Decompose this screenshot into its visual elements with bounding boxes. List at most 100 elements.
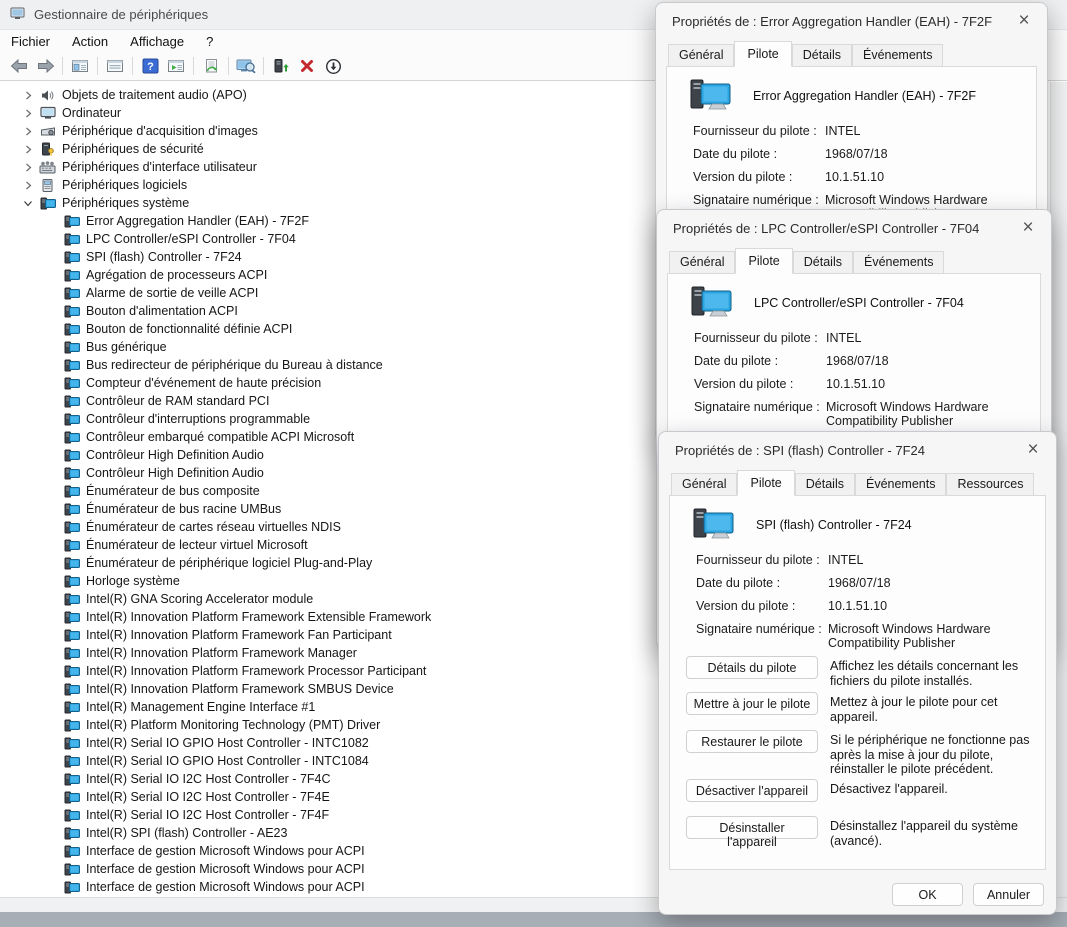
help-button[interactable]: ? bbox=[137, 54, 163, 78]
system-device-icon bbox=[63, 682, 80, 696]
speaker-icon bbox=[39, 88, 56, 103]
tree-item-label: Intel(R) Serial IO GPIO Host Controller … bbox=[86, 736, 369, 750]
action-description: Si le périphérique ne fonctionne pas apr… bbox=[830, 730, 1031, 777]
imaging-device-icon bbox=[39, 125, 56, 138]
system-device-icon bbox=[63, 610, 80, 624]
tab-evenements[interactable]: Événements bbox=[855, 473, 946, 495]
dialog-titlebar: Propriétés de : LPC Controller/eSPI Cont… bbox=[657, 210, 1051, 246]
tab-evenements[interactable]: Événements bbox=[853, 251, 944, 273]
driver-details-button[interactable]: Détails du pilote bbox=[686, 656, 818, 679]
field-row: Version du pilote : 10.1.51.10 bbox=[667, 167, 1036, 190]
tab-ressources[interactable]: Ressources bbox=[946, 473, 1034, 495]
field-label: Date du pilote : bbox=[694, 354, 826, 368]
field-value: 1968/07/18 bbox=[825, 147, 1022, 161]
system-device-icon bbox=[63, 592, 80, 606]
system-device-icon bbox=[63, 772, 80, 786]
tab-details[interactable]: Détails bbox=[792, 44, 852, 66]
security-device-icon bbox=[39, 142, 56, 157]
tab-general[interactable]: Général bbox=[668, 44, 734, 66]
disable-device-button[interactable] bbox=[320, 54, 346, 78]
tree-item-label: LPC Controller/eSPI Controller - 7F04 bbox=[86, 232, 296, 246]
update-driver-button[interactable] bbox=[268, 54, 294, 78]
properties-button[interactable] bbox=[102, 54, 128, 78]
field-label: Signataire numérique : bbox=[694, 400, 826, 428]
tab-pilote[interactable]: Pilote bbox=[737, 470, 794, 496]
device-header: SPI (flash) Controller - 7F24 bbox=[670, 496, 1045, 550]
screen: Gestionnaire de périphériques Fichier Ac… bbox=[0, 0, 1067, 927]
properties-dialog-spi: Propriétés de : SPI (flash) Controller -… bbox=[658, 431, 1057, 915]
tree-item-label: Compteur d'événement de haute précision bbox=[86, 376, 321, 390]
action-description: Affichez les détails concernant les fich… bbox=[830, 656, 1031, 688]
tab-pilote[interactable]: Pilote bbox=[734, 41, 791, 67]
chevron-right-icon[interactable] bbox=[22, 163, 34, 172]
computer-icon bbox=[39, 106, 56, 120]
tree-item-label: Intel(R) Serial IO I2C Host Controller -… bbox=[86, 790, 330, 804]
field-row: Fournisseur du pilote : INTEL bbox=[667, 121, 1036, 144]
toolbar-separator bbox=[228, 57, 229, 75]
tree-item-label: Intel(R) SPI (flash) Controller - AE23 bbox=[86, 826, 287, 840]
field-value: 1968/07/18 bbox=[826, 354, 1026, 368]
tree-item-label: Périphériques système bbox=[62, 196, 189, 210]
system-device-icon bbox=[63, 556, 80, 570]
disable-device-button[interactable]: Désactiver l'appareil bbox=[686, 779, 818, 802]
console-tree-icon bbox=[71, 58, 89, 74]
chevron-right-icon[interactable] bbox=[22, 181, 34, 190]
tab-details[interactable]: Détails bbox=[793, 251, 853, 273]
scan-hardware-changes-button[interactable] bbox=[198, 54, 224, 78]
tree-item-label: Périphériques de sécurité bbox=[62, 142, 204, 156]
console-tree-button[interactable] bbox=[67, 54, 93, 78]
chevron-right-icon[interactable] bbox=[22, 91, 34, 100]
tab-general[interactable]: Général bbox=[671, 473, 737, 495]
system-device-icon bbox=[63, 304, 80, 318]
system-device-icon bbox=[63, 628, 80, 642]
close-icon[interactable]: × bbox=[1024, 443, 1042, 457]
menu-action[interactable]: Action bbox=[61, 30, 119, 52]
chevron-down-icon[interactable] bbox=[22, 199, 34, 208]
device-name: Error Aggregation Handler (EAH) - 7F2F bbox=[753, 89, 976, 103]
svg-text:?: ? bbox=[147, 61, 154, 73]
chevron-right-icon[interactable] bbox=[22, 145, 34, 154]
back-button[interactable] bbox=[6, 54, 32, 78]
field-label: Fournisseur du pilote : bbox=[693, 124, 825, 138]
field-row: Fournisseur du pilote : INTEL bbox=[670, 550, 1045, 573]
field-value: Microsoft Windows Hardware Compatibility… bbox=[826, 400, 1026, 428]
chevron-right-icon[interactable] bbox=[22, 109, 34, 118]
field-value: Microsoft Windows Hardware Compatibility… bbox=[828, 622, 1031, 650]
tree-item-label: Énumérateur de cartes réseau virtuelles … bbox=[86, 520, 341, 534]
system-device-icon bbox=[63, 232, 80, 246]
field-row: Date du pilote : 1968/07/18 bbox=[668, 351, 1040, 374]
uninstall-device-button[interactable]: Désinstaller l'appareil bbox=[686, 816, 818, 839]
tree-item-label: Périphériques logiciels bbox=[62, 178, 187, 192]
search-computer-button[interactable] bbox=[233, 54, 259, 78]
system-device-icon bbox=[63, 250, 80, 264]
tab-general[interactable]: Général bbox=[669, 251, 735, 273]
uninstall-device-button[interactable] bbox=[294, 54, 320, 78]
system-device-icon bbox=[63, 430, 80, 444]
system-device-icon bbox=[63, 502, 80, 516]
field-row: Fournisseur du pilote : INTEL bbox=[668, 328, 1040, 351]
roll-back-driver-button[interactable]: Restaurer le pilote bbox=[686, 730, 818, 753]
close-icon[interactable]: × bbox=[1015, 14, 1033, 28]
forward-button[interactable] bbox=[32, 54, 58, 78]
menu-affichage[interactable]: Affichage bbox=[119, 30, 195, 52]
tab-evenements[interactable]: Événements bbox=[852, 44, 943, 66]
update-driver-button[interactable]: Mettre à jour le pilote bbox=[686, 692, 818, 715]
tab-pilote[interactable]: Pilote bbox=[735, 248, 792, 274]
menu-fichier[interactable]: Fichier bbox=[0, 30, 61, 52]
field-value: 10.1.51.10 bbox=[825, 170, 1022, 184]
tab-details[interactable]: Détails bbox=[795, 473, 855, 495]
tab-bar: GénéralPiloteDétailsÉvénements bbox=[669, 250, 1051, 273]
driver-tab-panel: SPI (flash) Controller - 7F24 Fournisseu… bbox=[669, 495, 1046, 870]
chevron-right-icon[interactable] bbox=[22, 127, 34, 136]
ok-button[interactable]: OK bbox=[892, 883, 963, 906]
action-pane-button[interactable] bbox=[163, 54, 189, 78]
system-device-icon bbox=[63, 214, 80, 228]
system-device-icon bbox=[63, 574, 80, 588]
system-device-icon bbox=[63, 520, 80, 534]
disable-device-icon bbox=[325, 58, 342, 75]
cancel-button[interactable]: Annuler bbox=[973, 883, 1044, 906]
menu-help[interactable]: ? bbox=[195, 30, 224, 52]
close-icon[interactable]: × bbox=[1019, 221, 1037, 235]
field-value: INTEL bbox=[828, 553, 1031, 567]
device-header: LPC Controller/eSPI Controller - 7F04 bbox=[668, 274, 1040, 328]
